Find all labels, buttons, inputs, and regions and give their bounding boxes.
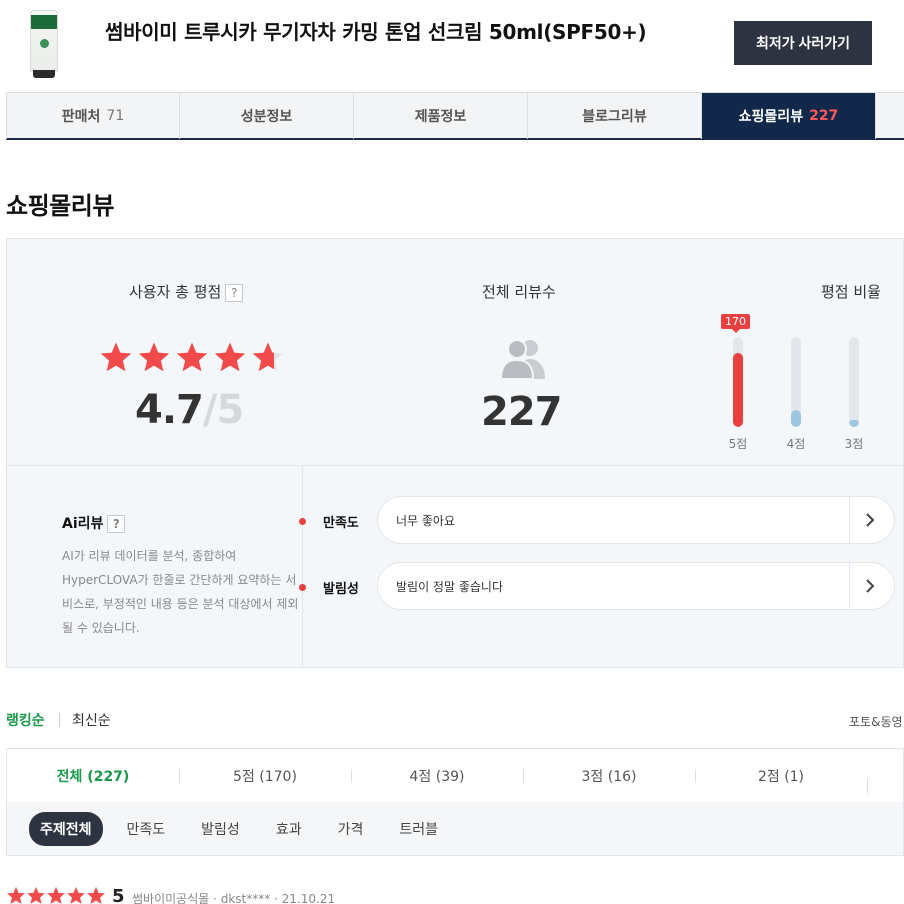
help-icon[interactable]: ? <box>107 515 126 533</box>
star-icon <box>99 341 133 375</box>
bullet-dot-icon <box>299 584 306 591</box>
topic-spreadability[interactable]: 발림성 <box>201 819 240 839</box>
tab-blog-reviews[interactable]: 블로그리뷰 <box>528 93 702 139</box>
tab-label: 판매처 <box>61 109 101 125</box>
topic-trouble[interactable]: 트러블 <box>399 819 438 839</box>
review-item: 5 썸바이미공식몰 · dkst**** · 21.10.21 <box>6 884 904 904</box>
rating-bar-track <box>791 337 801 427</box>
tab-sellers[interactable]: 판매처 71 <box>6 93 180 139</box>
rating-value: 4.7 <box>135 387 204 433</box>
product-title: 썸바이미 트루시카 무기자차 카밍 톤업 선크림 50ml(SPF50+) <box>105 20 647 44</box>
product-thumbnail[interactable] <box>26 10 62 78</box>
rating-bar-label: 5점 <box>728 437 748 451</box>
lowest-price-button[interactable]: 최저가 사러가기 <box>734 21 872 65</box>
ai-review-section: Ai리뷰? AI가 리뷰 데이터를 분석, 종합하여 HyperCLOVA가 한… <box>7 465 903 668</box>
top-bar-badge: 170 <box>721 314 750 333</box>
ai-summary-item: 발림성 발림이 정말 좋습니다 <box>299 562 903 612</box>
tab-product-info[interactable]: 제품정보 <box>354 93 528 139</box>
tab-shop-reviews[interactable]: 쇼핑몰리뷰 227 <box>702 93 876 139</box>
topic-effect[interactable]: 효과 <box>276 819 302 839</box>
rating-filter-4[interactable]: 4점 (39) <box>351 766 523 786</box>
topic-filter: 주제전체 만족도 발림성 효과 가격 트러블 <box>6 802 904 856</box>
ai-review-title-row: Ai리뷰? <box>62 513 126 533</box>
ai-review-title: Ai리뷰 <box>62 516 104 532</box>
average-rating: 4.7/5 <box>135 387 244 433</box>
chevron-right-icon[interactable] <box>860 509 880 531</box>
help-icon[interactable]: ? <box>225 283 244 302</box>
users-icon <box>499 339 545 379</box>
ai-summary-link[interactable]: 발림이 정말 좋습니다 <box>377 562 895 610</box>
photo-video-filter[interactable]: 포토&동영 <box>849 713 903 730</box>
star-icon <box>251 341 285 375</box>
star-icon <box>86 886 106 904</box>
ai-summary-text: 발림이 정말 좋습니다 <box>396 580 503 594</box>
tab-label: 블로그리뷰 <box>582 109 647 125</box>
review-count-label: 전체 리뷰수 <box>482 283 556 301</box>
chevron-right-icon[interactable] <box>860 575 880 597</box>
star-icon <box>66 886 86 904</box>
rating-bar-track <box>849 337 859 427</box>
rating-filter-all[interactable]: 전체 (227) <box>7 766 179 786</box>
star-icon <box>137 341 171 375</box>
tab-label: 성분정보 <box>240 109 293 125</box>
ai-review-intro: Ai리뷰? AI가 리뷰 데이터를 분석, 종합하여 HyperCLOVA가 한… <box>7 466 303 668</box>
star-icon <box>175 341 209 375</box>
topic-all[interactable]: 주제전체 <box>29 811 103 846</box>
sort-ranking[interactable]: 랭킹순 <box>6 710 45 730</box>
divider <box>59 713 60 727</box>
product-header: 썸바이미 트루시카 무기자차 카밍 톤업 선크림 50ml(SPF50+) 최저… <box>0 0 904 92</box>
ai-review-description: AI가 리뷰 데이터를 분석, 종합하여 HyperCLOVA가 한줄로 간단하… <box>62 549 299 635</box>
bullet-dot-icon <box>299 518 306 525</box>
rating-filter-5[interactable]: 5점 (170) <box>179 766 351 786</box>
sort-latest[interactable]: 최신순 <box>72 710 111 730</box>
rating-bar-track <box>733 337 743 427</box>
tab-label: 제품정보 <box>414 109 467 125</box>
star-icon <box>213 341 247 375</box>
rating-filter-3[interactable]: 3점 (16) <box>523 766 695 786</box>
rating-bar-fill <box>849 420 859 427</box>
ai-summary-text: 너무 좋아요 <box>396 514 456 528</box>
rating-bar-fill <box>733 353 743 427</box>
review-score: 5 <box>112 886 125 904</box>
star-icon <box>26 886 46 904</box>
ai-summary-item: 만족도 너무 좋아요 <box>299 496 903 546</box>
review-meta: 썸바이미공식몰 · dkst**** · 21.10.21 <box>132 892 336 904</box>
rating-bar-label: 4점 <box>786 437 806 451</box>
topic-price[interactable]: 가격 <box>338 819 364 839</box>
ai-summary-link[interactable]: 너무 좋아요 <box>377 496 895 544</box>
tab-count: 227 <box>809 108 839 124</box>
total-review-count: 227 <box>481 389 562 435</box>
ai-summary-key: 만족도 <box>323 516 359 531</box>
rating-max: /5 <box>202 387 244 433</box>
tab-count: 71 <box>106 108 125 124</box>
ratio-label: 평점 비율 <box>821 283 881 301</box>
section-title: 쇼핑몰리뷰 <box>6 192 114 220</box>
rating-label: 사용자 총 평점 <box>129 283 222 301</box>
tab-ingredients[interactable]: 성분정보 <box>180 93 354 139</box>
product-tabs: 판매처 71 성분정보 제품정보 블로그리뷰 쇼핑몰리뷰 227 <box>6 92 904 140</box>
tab-label: 쇼핑몰리뷰 <box>738 109 804 125</box>
star-icon <box>6 886 26 904</box>
rating-label-row: 사용자 총 평점? <box>129 281 244 302</box>
rating-bar-label: 3점 <box>844 437 864 451</box>
star-icon <box>46 886 66 904</box>
rating-filter-2[interactable]: 2점 (1) <box>695 766 867 786</box>
ai-summary-key: 발림성 <box>323 582 359 597</box>
review-summary: 사용자 총 평점? 4.7/5 전체 리뷰수 227 평점 비율 170 5점 4… <box>6 238 904 668</box>
rating-bar-fill <box>791 410 801 427</box>
rating-filter: 전체 (227) 5점 (170) 4점 (39) 3점 (16) 2점 (1) <box>6 748 904 803</box>
topic-satisfaction[interactable]: 만족도 <box>127 819 166 839</box>
